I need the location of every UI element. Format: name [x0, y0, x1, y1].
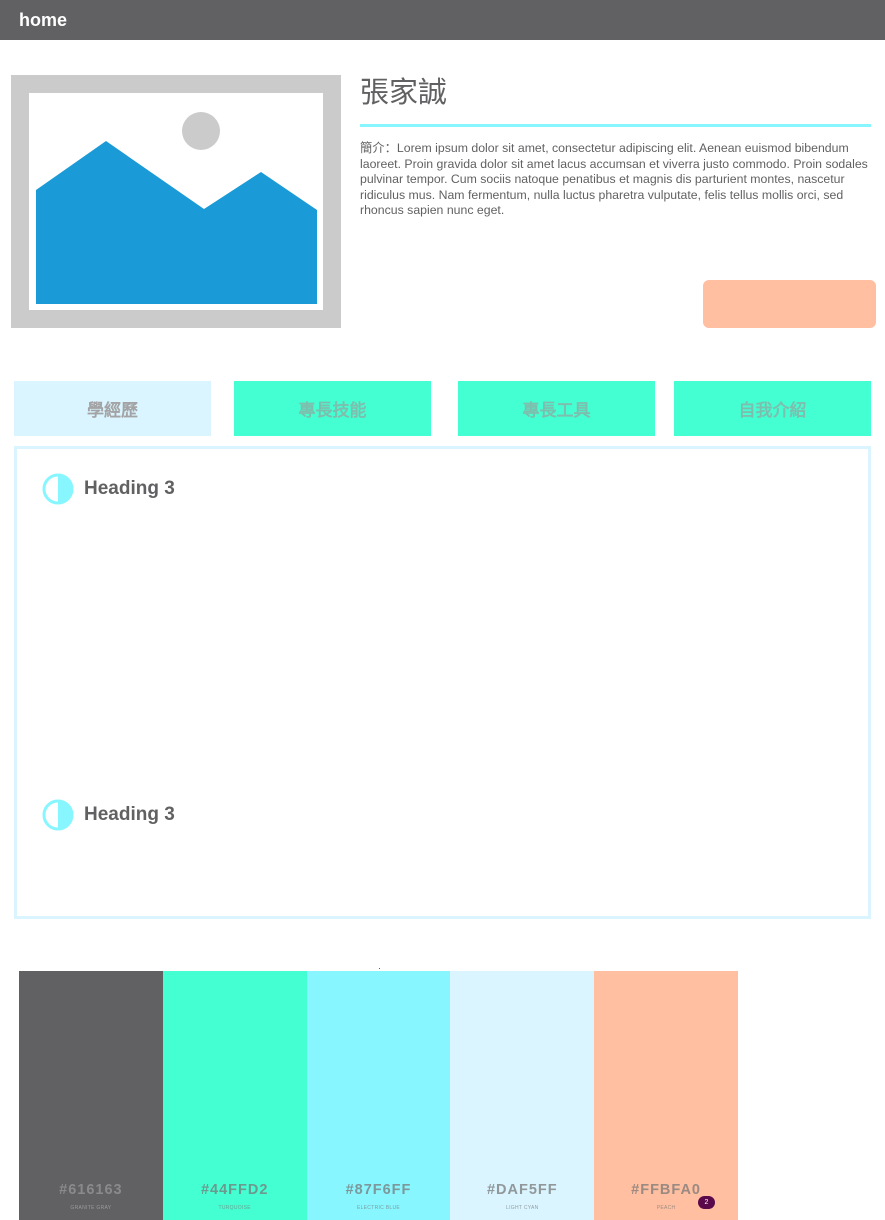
- swatch-name: TURQUOISE: [218, 1205, 251, 1211]
- swatch-name: GRANITE GRAY: [70, 1205, 112, 1211]
- swatch-hex: #FFBFA0: [631, 1182, 701, 1198]
- profile-image-frame: [11, 75, 341, 328]
- notification-badge[interactable]: 2: [698, 1196, 715, 1209]
- tab-skills[interactable]: 專長技能: [234, 381, 431, 436]
- tab-education[interactable]: 學經歷: [14, 381, 211, 436]
- swatch-hex: #616163: [59, 1182, 123, 1198]
- swatch-granite-gray: #616163 GRANITE GRAY: [19, 971, 163, 1220]
- tab-content-panel: Heading 3 Heading 3: [14, 446, 871, 919]
- name-divider: [360, 124, 871, 127]
- swatch-hex: #DAF5FF: [486, 1182, 558, 1198]
- swatch-electric-blue: #87F6FF ELECTRIC BLUE: [306, 971, 451, 1220]
- swatch-hex: #87F6FF: [345, 1182, 412, 1198]
- half-circle-icon: [42, 799, 74, 831]
- image-placeholder-icon: [36, 112, 317, 304]
- swatch-name: ELECTRIC BLUE: [356, 1205, 401, 1211]
- contact-button[interactable]: [703, 280, 876, 328]
- swatch-name: LIGHT CYAN: [506, 1205, 539, 1211]
- half-circle-icon: [42, 473, 74, 505]
- tab-label: 學經歷: [87, 401, 138, 421]
- tab-label: 專長工具: [522, 401, 591, 421]
- swatch-turquoise: #44FFD2 TURQUOISE: [162, 971, 307, 1220]
- color-palette: #616163 GRANITE GRAY #44FFD2 TURQUOISE #…: [19, 971, 738, 1220]
- profile-image: [29, 93, 323, 310]
- profile-bio: 簡介：Lorem ipsum dolor sit amet, consectet…: [360, 141, 868, 217]
- swatch-hex: #44FFD2: [200, 1182, 269, 1198]
- swatch-light-cyan: #DAF5FF LIGHT CYAN: [450, 971, 595, 1220]
- section-heading-text: Heading 3: [84, 478, 175, 499]
- section-heading: Heading 3: [42, 473, 175, 505]
- swatch-name: PEACH: [656, 1205, 676, 1211]
- tab-label: 專長技能: [298, 401, 367, 421]
- home-link[interactable]: home: [19, 9, 67, 31]
- top-navbar: home: [0, 0, 885, 40]
- tab-label: 自我介紹: [738, 401, 807, 421]
- divider-dot: [379, 968, 380, 969]
- section-heading: Heading 3: [42, 799, 175, 831]
- tab-about-me[interactable]: 自我介紹: [674, 381, 871, 436]
- swatch-peach: #FFBFA0 PEACH: [594, 971, 738, 1220]
- section-heading-text: Heading 3: [84, 804, 175, 825]
- tab-tools[interactable]: 專長工具: [458, 381, 655, 436]
- profile-name: 張家誠: [360, 75, 448, 109]
